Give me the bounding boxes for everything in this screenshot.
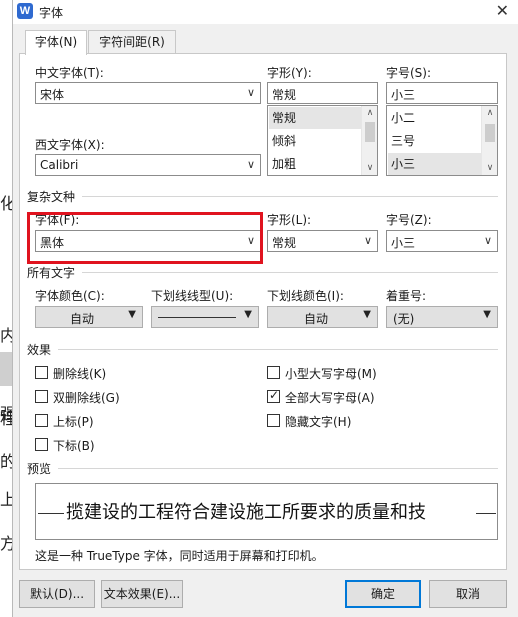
strikethrough-label: 删除线(K) (53, 367, 107, 381)
underline-color-dropdown[interactable]: 自动 ▼ (267, 306, 378, 328)
preview-guide-line (476, 513, 496, 514)
bg-doc-highlight (0, 352, 12, 386)
section-divider (82, 272, 498, 273)
style-label: 字形(Y): (267, 66, 312, 80)
style-option[interactable]: 加粗 (269, 153, 362, 175)
preview-section-label: 预览 (27, 462, 52, 476)
size-option[interactable]: 三号 (388, 130, 482, 152)
scroll-down-icon[interactable]: ∨ (362, 161, 377, 175)
preview-sample-text: 揽建设的工程符合建设施工所要求的质量和技 (66, 502, 426, 523)
font-color-label: 字体颜色(C): (35, 289, 105, 303)
chevron-down-icon[interactable]: ∨ (247, 158, 255, 171)
title-bar[interactable]: W 字体 ✕ (13, 0, 518, 24)
chevron-down-icon[interactable]: ∨ (247, 86, 255, 99)
scroll-thumb[interactable] (485, 124, 495, 142)
western-font-label: 西文字体(X): (35, 138, 105, 152)
chinese-font-label: 中文字体(T): (35, 66, 104, 80)
all-text-section-label: 所有文字 (27, 266, 76, 280)
hidden-text-label: 隐藏文字(H) (285, 415, 352, 429)
dropdown-arrow-icon: ▼ (128, 309, 136, 320)
size-input-value: 小三 (391, 88, 416, 102)
hidden-text-checkbox[interactable] (267, 414, 280, 427)
ok-button[interactable]: 确定 (345, 580, 421, 608)
subscript-checkbox[interactable] (35, 438, 48, 451)
complex-size-value: 小三 (391, 236, 416, 250)
font-color-dropdown[interactable]: 自动 ▼ (35, 306, 143, 328)
subscript-label: 下标(B) (53, 439, 95, 453)
dialog-title: 字体 (39, 6, 64, 20)
underline-color-value: 自动 (304, 312, 329, 326)
chevron-down-icon[interactable]: ∨ (484, 234, 492, 247)
strikethrough-checkbox[interactable] (35, 366, 48, 379)
section-divider (82, 196, 498, 197)
chinese-font-combo[interactable]: 宋体 ∨ (35, 82, 261, 104)
default-button[interactable]: 默认(D)... (19, 580, 95, 608)
emphasis-label: 着重号: (386, 289, 427, 303)
superscript-label: 上标(P) (53, 415, 94, 429)
underline-type-label: 下划线线型(U): (151, 289, 234, 303)
font-tab-panel: 中文字体(T): 宋体 ∨ 西文字体(X): Calibri ∨ 字形(Y): … (19, 53, 507, 570)
preview-guide-line (38, 513, 64, 514)
style-input-value: 常规 (272, 88, 297, 102)
highlight-annotation-box (27, 212, 263, 264)
check-icon: ✓ (269, 388, 280, 402)
chevron-down-icon[interactable]: ∨ (364, 234, 372, 247)
size-listbox[interactable]: 小二 三号 小三 ∧ ∨ (386, 105, 498, 176)
emphasis-dropdown[interactable]: (无) ▼ (386, 306, 498, 328)
all-caps-label: 全部大写字母(A) (285, 391, 375, 405)
dropdown-arrow-icon: ▼ (244, 309, 252, 320)
style-scrollbar[interactable]: ∧ ∨ (361, 106, 377, 175)
double-strikethrough-checkbox[interactable] (35, 390, 48, 403)
all-caps-checkbox[interactable]: ✓ (267, 388, 280, 403)
size-option[interactable]: 小三 (388, 153, 482, 175)
scroll-up-icon[interactable]: ∧ (362, 106, 377, 120)
underline-color-label: 下划线颜色(I): (267, 289, 344, 303)
underline-type-dropdown[interactable]: ▼ (151, 306, 259, 328)
small-caps-checkbox[interactable] (267, 366, 280, 379)
scroll-down-icon[interactable]: ∨ (482, 161, 497, 175)
underline-sample-line (158, 317, 236, 318)
emphasis-value: (无) (393, 312, 415, 326)
tab-font[interactable]: 字体(N) (25, 30, 87, 55)
scroll-thumb[interactable] (365, 122, 375, 142)
effects-section-label: 效果 (27, 343, 52, 357)
tab-character-spacing[interactable]: 字符间距(R) (88, 30, 176, 54)
dropdown-arrow-icon: ▼ (363, 309, 371, 320)
size-scrollbar[interactable]: ∧ ∨ (481, 106, 497, 175)
complex-size-combo[interactable]: 小三 ∨ (386, 230, 498, 252)
style-input[interactable]: 常规 (267, 82, 378, 104)
complex-style-label: 字形(L): (267, 213, 312, 227)
section-divider (58, 349, 498, 350)
font-type-note: 这是一种 TrueType 字体，同时适用于屏幕和打印机。 (35, 549, 324, 563)
complex-script-section-label: 复杂文种 (27, 190, 76, 204)
size-label: 字号(S): (386, 66, 432, 80)
wps-app-icon: W (17, 3, 33, 19)
text-effects-button[interactable]: 文本效果(E)... (101, 580, 183, 608)
small-caps-label: 小型大写字母(M) (285, 367, 377, 381)
style-option[interactable]: 倾斜 (269, 130, 362, 152)
scroll-up-icon[interactable]: ∧ (482, 106, 497, 120)
section-divider (58, 468, 498, 469)
double-strikethrough-label: 双删除线(G) (53, 391, 120, 405)
style-option[interactable]: 常规 (269, 107, 362, 129)
font-dialog: W 字体 ✕ 字体(N) 字符间距(R) 中文字体(T): 宋体 ∨ 西文字体(… (12, 0, 518, 617)
cancel-button[interactable]: 取消 (429, 580, 507, 608)
font-color-value: 自动 (70, 312, 95, 326)
size-input[interactable]: 小三 (386, 82, 498, 104)
size-option[interactable]: 小二 (388, 107, 482, 129)
western-font-value: Calibri (40, 158, 79, 172)
complex-size-label: 字号(Z): (386, 213, 432, 227)
chinese-font-value: 宋体 (40, 88, 65, 102)
close-icon[interactable]: ✕ (496, 1, 509, 20)
preview-box: 揽建设的工程符合建设施工所要求的质量和技 (35, 483, 498, 540)
complex-style-value: 常规 (272, 236, 297, 250)
western-font-combo[interactable]: Calibri ∨ (35, 154, 261, 176)
superscript-checkbox[interactable] (35, 414, 48, 427)
style-listbox[interactable]: 常规 倾斜 加粗 ∧ ∨ (267, 105, 378, 176)
complex-style-combo[interactable]: 常规 ∨ (267, 230, 378, 252)
dropdown-arrow-icon: ▼ (483, 309, 491, 320)
